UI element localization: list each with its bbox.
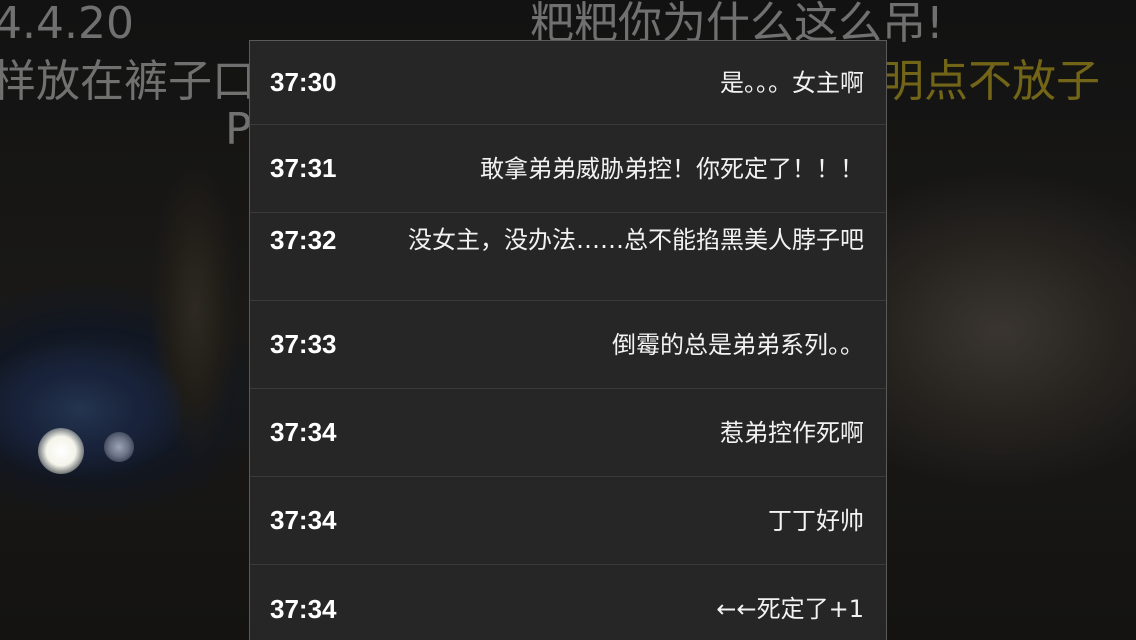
danmaku-text: 样放在裤子口 — [0, 56, 256, 107]
comment-row[interactable]: 37:32 没女主，没办法……总不能掐黑美人脖子吧 — [250, 213, 886, 301]
background-car — [0, 330, 180, 480]
comment-text: 敢拿弟弟威胁弟控！你死定了！！！ — [480, 154, 864, 183]
comment-text: ←←死定了+1 — [716, 595, 864, 623]
comment-row[interactable]: 37:30 是。。。女主啊 — [250, 41, 886, 125]
comment-time: 37:34 — [270, 505, 337, 535]
car-headlight — [38, 428, 84, 474]
danmaku-text: 4.4.20 — [0, 0, 134, 49]
comment-time: 37:33 — [270, 329, 337, 359]
comment-text: 是。。。女主啊 — [720, 68, 864, 97]
comment-time: 37:34 — [270, 417, 337, 447]
comment-row[interactable]: 37:34 惹弟控作死啊 — [250, 389, 886, 477]
comment-time: 37:30 — [270, 67, 337, 97]
comment-row[interactable]: 37:34 丁丁好帅 — [250, 477, 886, 565]
comment-time: 37:34 — [270, 593, 337, 624]
comment-time: 37:31 — [270, 153, 337, 183]
comment-text: 惹弟控作死啊 — [720, 418, 864, 447]
comment-row[interactable]: 37:33 倒霉的总是弟弟系列。。 — [250, 301, 886, 389]
comment-list-panel[interactable]: 37:30 是。。。女主啊 37:31 敢拿弟弟威胁弟控！你死定了！！！ 37:… — [249, 40, 887, 640]
comment-text: 没女主，没办法……总不能掐黑美人脖子吧 — [408, 226, 864, 254]
danmaku-text: P — [225, 104, 252, 155]
danmaku-text: 明点不放子 — [880, 56, 1100, 107]
comment-text: 丁丁好帅 — [768, 506, 864, 535]
comment-row[interactable]: 37:31 敢拿弟弟威胁弟控！你死定了！！！ — [250, 125, 886, 213]
comment-time: 37:32 — [270, 225, 337, 255]
car-headlight-small — [104, 432, 134, 462]
comment-text: 倒霉的总是弟弟系列。。 — [612, 330, 864, 359]
comment-row[interactable]: 37:34 ←←死定了+1 — [250, 565, 886, 640]
